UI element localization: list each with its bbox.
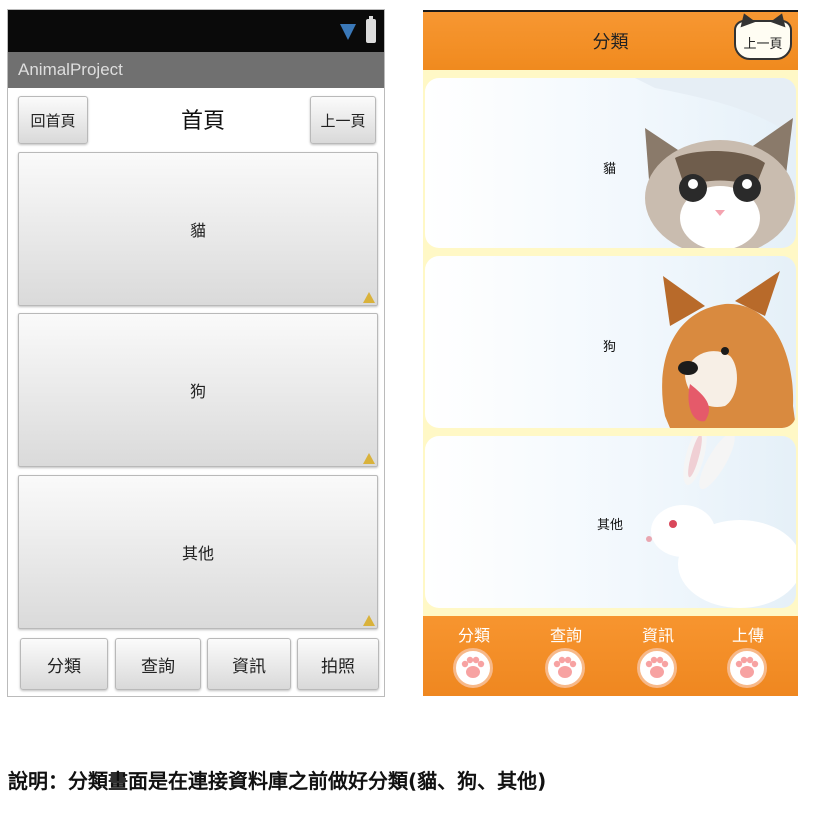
back-label: 上一頁 (743, 37, 783, 52)
card-label: 狗 (603, 340, 617, 355)
paw-icon (637, 648, 677, 688)
status-bar (8, 10, 384, 52)
nav-photo-button[interactable]: 拍照 (297, 638, 379, 690)
warning-icon (363, 292, 375, 303)
tab-label: 查詢 (549, 626, 582, 645)
tab-search[interactable]: 查詢 (531, 616, 601, 696)
back-button[interactable]: 上一頁 (310, 96, 376, 144)
tab-label: 資訊 (641, 626, 674, 645)
cat-image (635, 78, 796, 248)
category-label: 狗 (189, 382, 206, 401)
card-label: 其他 (597, 518, 624, 533)
tab-label: 上傳 (731, 626, 764, 645)
tab-label: 分類 (457, 626, 490, 645)
cat-back-button[interactable]: 上一頁 (734, 20, 792, 60)
nav-search-button[interactable]: 查詢 (115, 638, 201, 690)
paw-icon (453, 648, 493, 688)
category-card-other[interactable]: 其他 (425, 436, 796, 608)
card-label: 貓 (603, 162, 617, 177)
category-button-dog[interactable]: 狗 (18, 313, 378, 467)
category-card-cat[interactable]: 貓 (425, 78, 796, 248)
designed-phone-screen: 分類 上一頁 貓 狗 其他 分類 查詢 資訊 上傳 (423, 10, 798, 696)
home-button[interactable]: 回首頁 (18, 96, 88, 144)
wireframe-phone-screen: AnimalProject 回首頁 首頁 上一頁 貓 狗 其他 分類 查詢 資訊… (8, 10, 384, 696)
header-bar: 分類 上一頁 (423, 10, 798, 70)
description-caption: 說明：分類畫面是在連接資料庫之前做好分類(貓、狗、其他) (8, 769, 547, 793)
warning-icon (363, 453, 375, 464)
category-card-dog[interactable]: 狗 (425, 256, 796, 428)
category-button-cat[interactable]: 貓 (18, 152, 378, 306)
nav-info-button[interactable]: 資訊 (207, 638, 291, 690)
category-label: 貓 (189, 221, 206, 240)
tab-classify[interactable]: 分類 (439, 616, 509, 696)
nav-classify-button[interactable]: 分類 (20, 638, 108, 690)
category-button-other[interactable]: 其他 (18, 475, 378, 629)
dog-image (662, 271, 796, 428)
tab-upload[interactable]: 上傳 (713, 616, 783, 696)
battery-icon (366, 16, 376, 43)
rabbit-image (646, 436, 796, 608)
warning-icon (363, 615, 375, 626)
category-label: 其他 (181, 544, 214, 563)
paw-icon (545, 648, 585, 688)
home-content: 回首頁 首頁 上一頁 貓 狗 其他 分類 查詢 資訊 拍照 (8, 88, 384, 696)
bottom-tab-bar: 分類 查詢 資訊 上傳 (423, 616, 798, 696)
paw-icon (727, 648, 767, 688)
app-title-bar: AnimalProject (8, 52, 384, 88)
wifi-icon (340, 24, 356, 40)
app-name: AnimalProject (18, 60, 123, 79)
page-title: 首頁 (180, 109, 225, 134)
tab-info[interactable]: 資訊 (623, 616, 693, 696)
